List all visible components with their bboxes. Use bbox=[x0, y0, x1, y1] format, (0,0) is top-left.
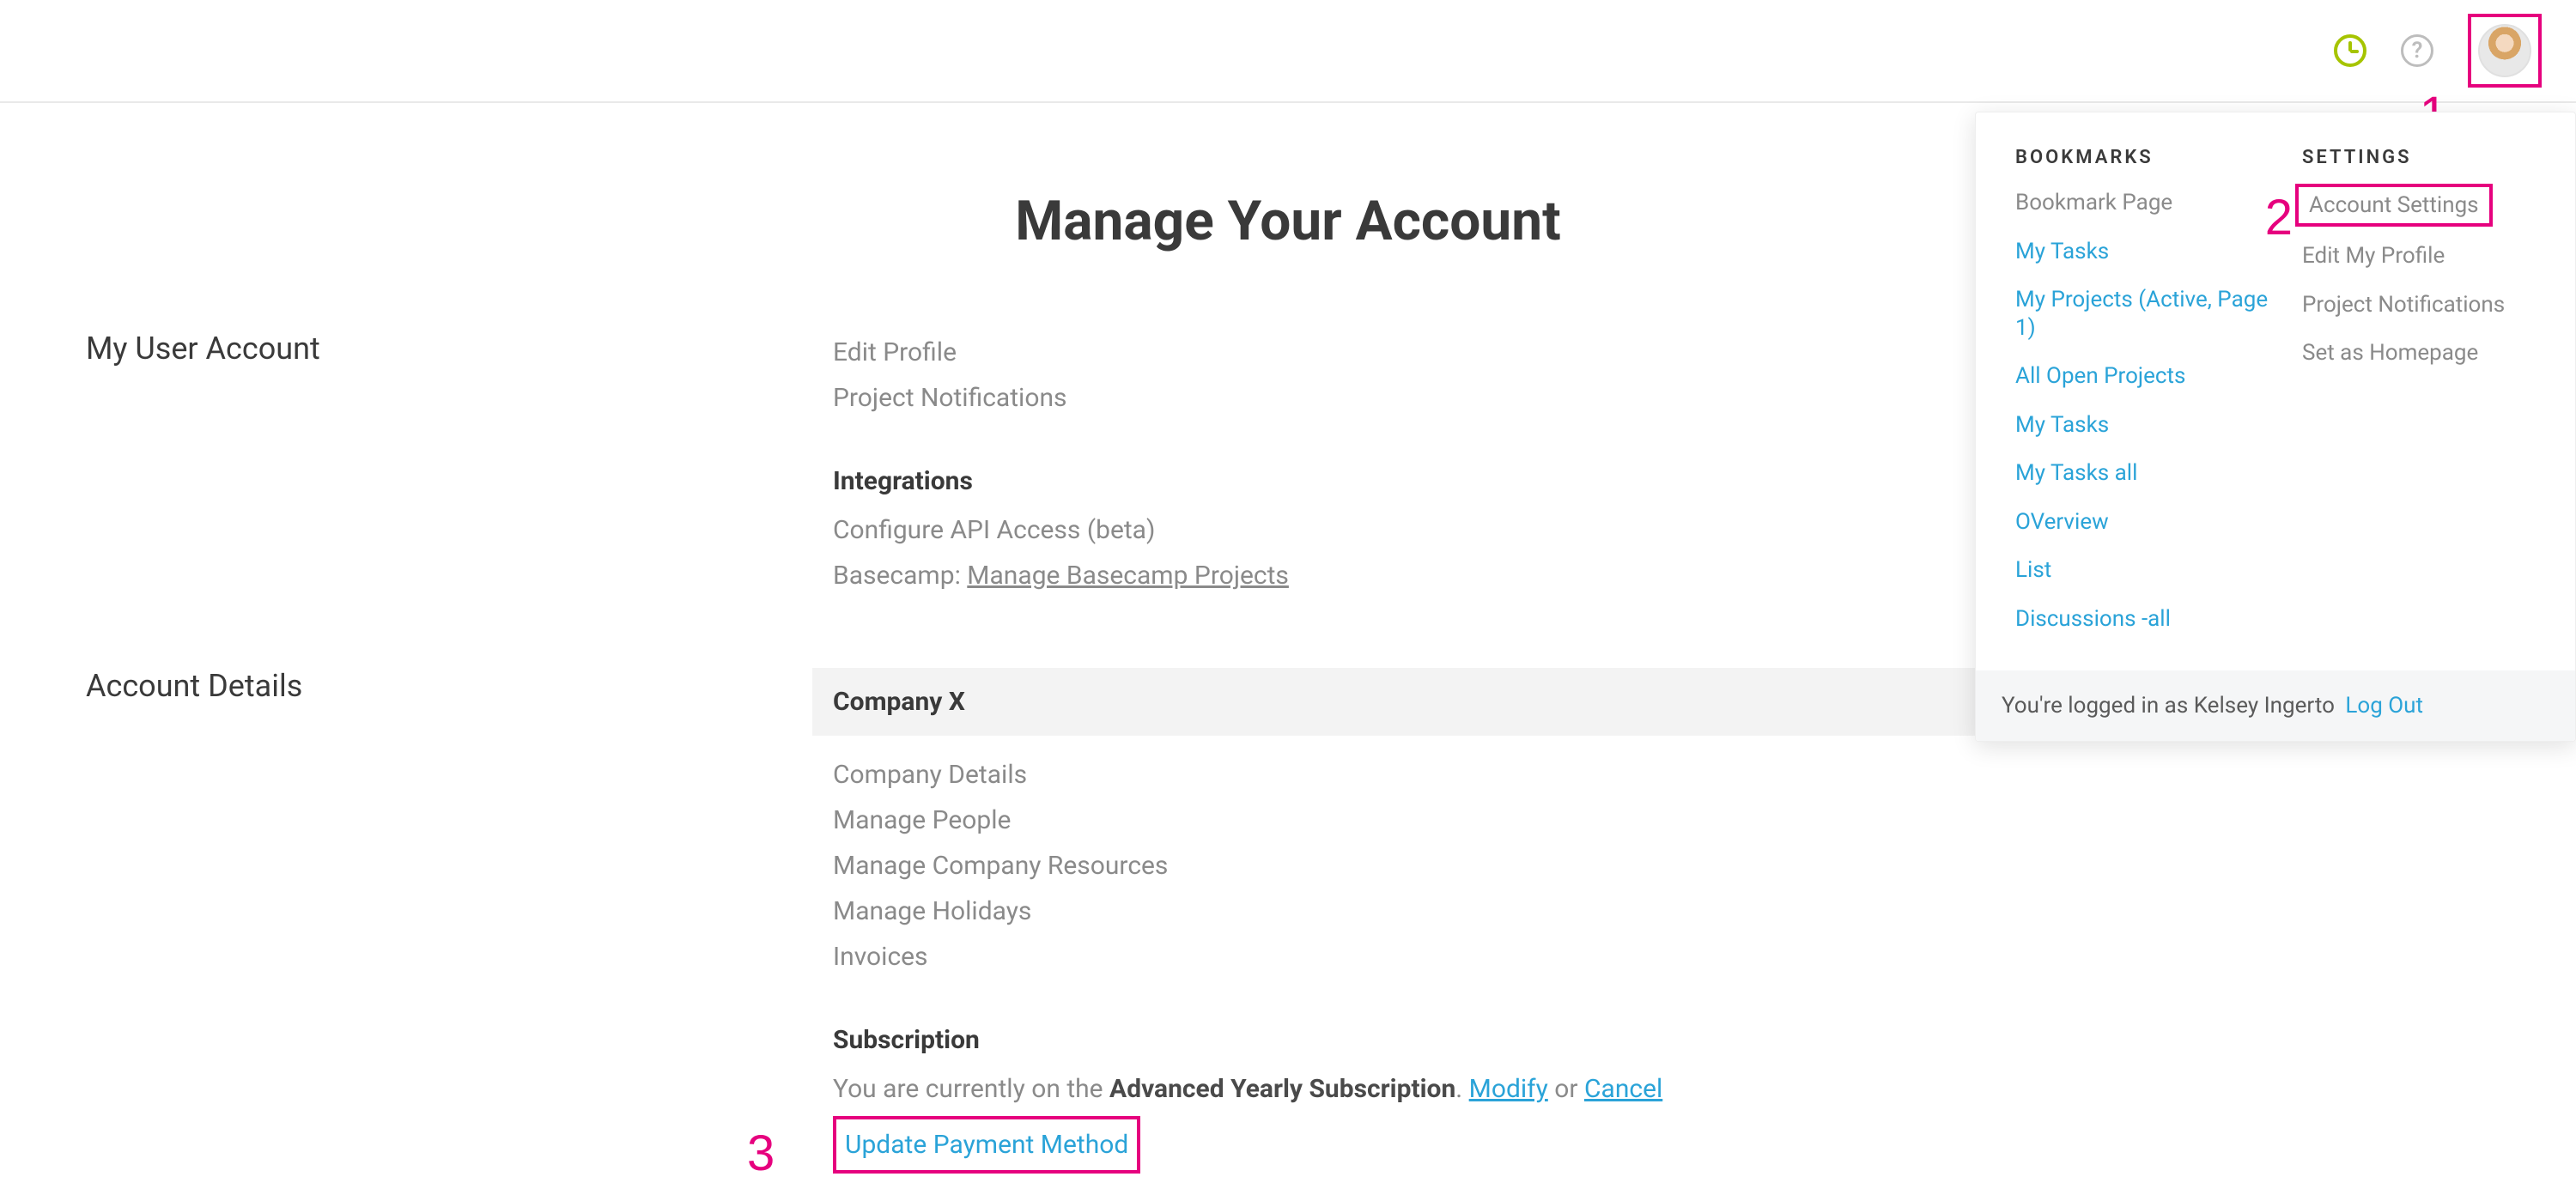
bookmarks-heading: BOOKMARKS bbox=[2015, 147, 2271, 168]
manage-people-link[interactable]: Manage People bbox=[833, 798, 2293, 842]
bookmarks-column: BOOKMARKS Bookmark Page My Tasks My Proj… bbox=[1993, 138, 2271, 653]
help-icon[interactable]: ? bbox=[2401, 34, 2433, 67]
manage-resources-link[interactable]: Manage Company Resources bbox=[833, 844, 2293, 888]
update-payment-link[interactable]: Update Payment Method bbox=[833, 1116, 1140, 1174]
logout-link[interactable]: Log Out bbox=[2345, 693, 2423, 719]
page-title: Manage Your Account bbox=[687, 189, 1889, 253]
my-projects-link[interactable]: My Projects (Active, Page 1) bbox=[2015, 286, 2271, 342]
list-link[interactable]: List bbox=[2015, 556, 2271, 585]
discussions-link[interactable]: Discussions -all bbox=[2015, 605, 2271, 634]
cancel-link[interactable]: Cancel bbox=[1584, 1074, 1662, 1104]
avatar-highlight bbox=[2468, 14, 2542, 88]
set-homepage-link[interactable]: Set as Homepage bbox=[2302, 339, 2558, 367]
invoices-link[interactable]: Invoices bbox=[833, 935, 2293, 979]
basecamp-prefix: Basecamp: bbox=[833, 561, 967, 591]
company-details-link[interactable]: Company Details bbox=[833, 753, 2293, 797]
dropdown-footer: You're logged in as Kelsey Ingerto Log O… bbox=[1976, 670, 2575, 741]
settings-heading: SETTINGS bbox=[2302, 147, 2558, 168]
or-text: or bbox=[1548, 1074, 1584, 1104]
clock-icon[interactable] bbox=[2334, 34, 2366, 67]
bookmark-page-link[interactable]: Bookmark Page bbox=[2015, 189, 2271, 217]
dd-project-notifications-link[interactable]: Project Notifications bbox=[2302, 291, 2558, 319]
modify-link[interactable]: Modify bbox=[1469, 1074, 1548, 1104]
annotation-2: 2 bbox=[2265, 189, 2293, 246]
annotation-3: 3 bbox=[747, 1125, 775, 1182]
sub-prefix: You are currently on the bbox=[833, 1074, 1109, 1104]
edit-my-profile-link[interactable]: Edit My Profile bbox=[2302, 242, 2558, 270]
plan-name: Advanced Yearly Subscription bbox=[1109, 1074, 1455, 1104]
account-settings-link[interactable]: Account Settings bbox=[2295, 184, 2493, 227]
my-tasks-link[interactable]: My Tasks bbox=[2015, 238, 2271, 266]
all-open-projects-link[interactable]: All Open Projects bbox=[2015, 362, 2271, 391]
footer-name: Kelsey Ingerto bbox=[2194, 693, 2335, 719]
top-bar: ? bbox=[0, 0, 2576, 103]
basecamp-link[interactable]: Manage Basecamp Projects bbox=[967, 561, 1289, 591]
account-details-label: Account Details bbox=[86, 668, 833, 704]
user-account-label: My User Account bbox=[86, 331, 833, 367]
footer-prefix: You're logged in as bbox=[2002, 693, 2194, 719]
my-tasks-link-2[interactable]: My Tasks bbox=[2015, 411, 2271, 440]
settings-column: SETTINGS Account Settings Edit My Profil… bbox=[2280, 138, 2558, 653]
my-tasks-all-link[interactable]: My Tasks all bbox=[2015, 459, 2271, 488]
subscription-heading: Subscription bbox=[833, 1018, 2293, 1062]
sub-period: . bbox=[1455, 1074, 1468, 1104]
user-avatar[interactable] bbox=[2478, 24, 2531, 77]
overview-link[interactable]: OVerview bbox=[2015, 508, 2271, 537]
manage-holidays-link[interactable]: Manage Holidays bbox=[833, 889, 2293, 933]
